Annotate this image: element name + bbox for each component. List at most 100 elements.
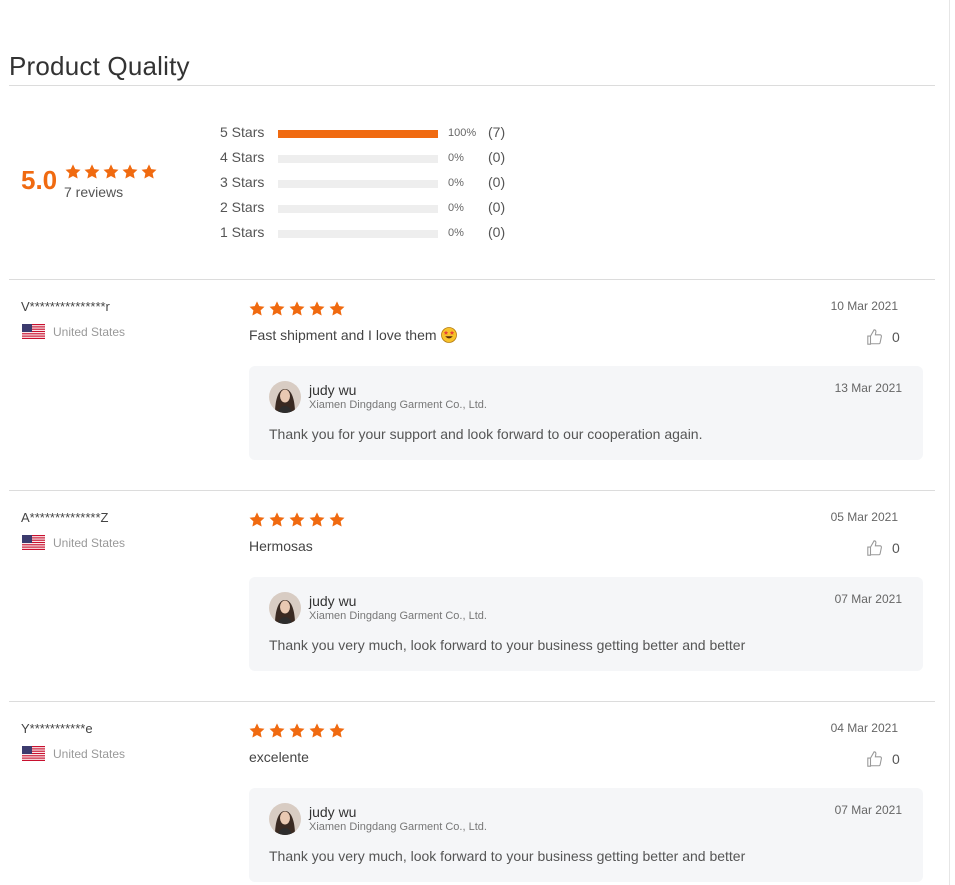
like-count: 0 bbox=[892, 540, 900, 556]
star-icon bbox=[269, 723, 285, 738]
review-item: Y***********e United States excelente 04… bbox=[0, 701, 955, 885]
star-icon bbox=[309, 723, 325, 738]
review-item: V***************r United States Fast shi… bbox=[0, 279, 955, 490]
star-icon bbox=[289, 512, 305, 527]
star-icon bbox=[122, 164, 138, 179]
distribution-row[interactable]: 3 Stars 0% (0) bbox=[220, 174, 520, 199]
star-icon bbox=[329, 512, 345, 527]
seller-avatar-icon bbox=[269, 592, 301, 624]
reply-date: 07 Mar 2021 bbox=[834, 592, 902, 606]
review-stars bbox=[248, 300, 346, 318]
distribution-label: 4 Stars bbox=[220, 149, 265, 165]
avatar bbox=[269, 381, 301, 413]
distribution-row[interactable]: 5 Stars 100% (7) bbox=[220, 124, 520, 149]
star-icon bbox=[329, 301, 345, 316]
star-icon bbox=[141, 164, 157, 179]
star-icon bbox=[289, 301, 305, 316]
avatar bbox=[269, 592, 301, 624]
reply-text: Thank you for your support and look forw… bbox=[269, 426, 703, 442]
reply-company: Xiamen Dingdang Garment Co., Ltd. bbox=[309, 821, 487, 833]
reviewer-country: United States bbox=[22, 324, 125, 339]
distribution-count: (0) bbox=[488, 174, 506, 190]
reply-author: judy wu bbox=[309, 804, 357, 820]
star-struck-emoji-icon bbox=[440, 327, 457, 343]
star-icon bbox=[269, 512, 285, 527]
reply-text: Thank you very much, look forward to you… bbox=[269, 848, 746, 864]
like-button[interactable]: 0 bbox=[866, 750, 900, 768]
country-label: United States bbox=[53, 746, 126, 761]
distribution-count: (7) bbox=[488, 124, 506, 140]
country-label: United States bbox=[53, 535, 126, 550]
us-flag-icon bbox=[22, 746, 45, 761]
distribution-row[interactable]: 1 Stars 0% (0) bbox=[220, 224, 520, 249]
reviews-count: 7 reviews bbox=[64, 184, 124, 200]
review-date: 04 Mar 2021 bbox=[830, 721, 898, 735]
distribution-percent: 0% bbox=[448, 227, 464, 239]
review-text-content: Hermosas bbox=[249, 538, 313, 554]
reply-company: Xiamen Dingdang Garment Co., Ltd. bbox=[309, 399, 487, 411]
like-count: 0 bbox=[892, 329, 900, 345]
star-icon bbox=[309, 512, 325, 527]
divider bbox=[9, 85, 935, 86]
distribution-row[interactable]: 4 Stars 0% (0) bbox=[220, 149, 520, 174]
review-stars bbox=[248, 511, 346, 529]
reply-date: 07 Mar 2021 bbox=[834, 803, 902, 817]
thumbs-up-icon bbox=[867, 329, 882, 345]
seller-avatar-icon bbox=[269, 803, 301, 835]
distribution-bar bbox=[278, 230, 438, 238]
seller-reply: judy wu Xiamen Dingdang Garment Co., Ltd… bbox=[249, 788, 923, 882]
star-icon bbox=[269, 301, 285, 316]
review-date: 05 Mar 2021 bbox=[830, 510, 898, 524]
distribution-bar bbox=[278, 205, 438, 213]
reviewer-country: United States bbox=[22, 746, 125, 761]
distribution-label: 3 Stars bbox=[220, 174, 265, 190]
distribution-bar bbox=[278, 155, 438, 163]
star-icon bbox=[249, 512, 265, 527]
distribution-fill bbox=[278, 130, 438, 138]
review-text: Hermosas bbox=[249, 538, 313, 554]
seller-reply: judy wu Xiamen Dingdang Garment Co., Ltd… bbox=[249, 577, 923, 671]
review-text-content: excelente bbox=[249, 749, 309, 765]
us-flag-icon bbox=[22, 535, 45, 550]
star-icon bbox=[103, 164, 119, 179]
distribution-label: 2 Stars bbox=[220, 199, 265, 215]
page-title: Product Quality bbox=[9, 51, 190, 82]
review-text-content: Fast shipment and I love them bbox=[249, 327, 437, 343]
distribution-count: (0) bbox=[488, 149, 506, 165]
seller-reply: judy wu Xiamen Dingdang Garment Co., Ltd… bbox=[249, 366, 923, 460]
reviewer-name: A**************Z bbox=[21, 510, 109, 525]
distribution-label: 5 Stars bbox=[220, 124, 265, 140]
thumbs-up-icon bbox=[867, 540, 882, 556]
average-rating: 5.0 bbox=[21, 165, 58, 195]
review-text: Fast shipment and I love them bbox=[249, 327, 457, 343]
distribution-percent: 0% bbox=[448, 202, 464, 214]
reviewer-name: V***************r bbox=[21, 299, 110, 314]
star-icon bbox=[309, 301, 325, 316]
reply-author: judy wu bbox=[309, 593, 357, 609]
star-icon bbox=[65, 164, 81, 179]
star-icon bbox=[289, 723, 305, 738]
reply-text: Thank you very much, look forward to you… bbox=[269, 637, 746, 653]
review-text: excelente bbox=[249, 749, 309, 765]
avatar bbox=[269, 803, 301, 835]
distribution-percent: 0% bbox=[448, 177, 464, 189]
country-label: United States bbox=[53, 324, 126, 339]
like-button[interactable]: 0 bbox=[866, 328, 900, 346]
distribution-count: (0) bbox=[488, 224, 506, 240]
reviewer-country: United States bbox=[22, 535, 125, 550]
rating-distribution: 5 Stars 100% (7) 4 Stars 0% (0) 3 Stars … bbox=[220, 124, 520, 249]
star-icon bbox=[249, 723, 265, 738]
distribution-row[interactable]: 2 Stars 0% (0) bbox=[220, 199, 520, 224]
review-stars bbox=[248, 722, 346, 740]
like-button[interactable]: 0 bbox=[866, 539, 900, 557]
review-date: 10 Mar 2021 bbox=[830, 299, 898, 313]
distribution-percent: 0% bbox=[448, 152, 464, 164]
star-icon bbox=[329, 723, 345, 738]
thumbs-up-icon bbox=[867, 751, 882, 767]
reply-author: judy wu bbox=[309, 382, 357, 398]
us-flag-icon bbox=[22, 324, 45, 339]
reply-company: Xiamen Dingdang Garment Co., Ltd. bbox=[309, 610, 487, 622]
reply-date: 13 Mar 2021 bbox=[834, 381, 902, 395]
average-stars bbox=[64, 163, 158, 181]
review-item: A**************Z United States Hermosas … bbox=[0, 490, 955, 701]
